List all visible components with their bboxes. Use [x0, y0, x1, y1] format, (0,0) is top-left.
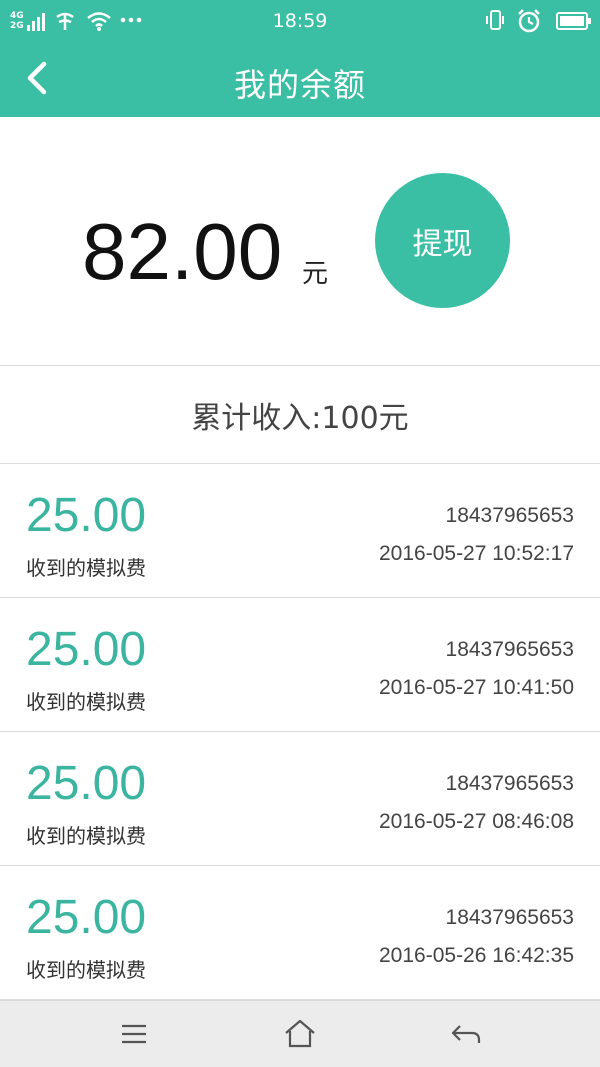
status-time: 18:59	[272, 10, 328, 32]
transaction-description: 收到的模拟费	[26, 690, 146, 714]
alarm-icon	[518, 9, 540, 33]
back-nav-button[interactable]	[446, 1016, 486, 1052]
transaction-time: 2016-05-27 10:41:50	[379, 676, 574, 699]
battery-icon	[556, 12, 591, 30]
transaction-phone: 18437965653	[445, 638, 574, 661]
transaction-time: 2016-05-27 08:46:08	[379, 810, 574, 833]
withdraw-button[interactable]: 提现	[375, 173, 510, 308]
transaction-row[interactable]: 25.00 收到的模拟费 18437965653 2016-05-27 10:4…	[0, 598, 600, 732]
transaction-amount: 25.00	[26, 757, 147, 810]
transaction-phone: 18437965653	[445, 772, 574, 795]
balance-unit: 元	[302, 259, 329, 289]
transaction-row[interactable]: 25.00 收到的模拟费 18437965653 2016-05-26 16:4…	[0, 866, 600, 1000]
transaction-row[interactable]: 25.00 收到的模拟费 18437965653 2016-05-27 10:5…	[0, 464, 600, 598]
header-bar: 4G 2G 18:59 我的余额	[0, 0, 600, 117]
divider	[0, 365, 600, 366]
transaction-time: 2016-05-27 10:52:17	[379, 542, 574, 565]
balance-panel: 82.00 元 提现	[0, 117, 600, 365]
home-icon	[285, 1019, 315, 1048]
transaction-row[interactable]: 25.00 收到的模拟费 18437965653 2016-05-27 08:4…	[0, 732, 600, 866]
back-arrow-icon	[451, 1025, 481, 1043]
menu-icon	[122, 1024, 146, 1044]
menu-button[interactable]	[114, 1016, 154, 1052]
transaction-description: 收到的模拟费	[26, 824, 146, 848]
transaction-amount: 25.00	[26, 623, 147, 676]
transaction-phone: 18437965653	[445, 906, 574, 929]
home-button[interactable]	[280, 1016, 320, 1052]
status-bar: 4G 2G 18:59	[0, 0, 600, 44]
transaction-time: 2016-05-26 16:42:35	[379, 944, 574, 967]
vibrate-icon	[486, 10, 504, 30]
page-title: 我的余额	[233, 66, 366, 104]
transaction-phone: 18437965653	[445, 504, 574, 527]
transaction-list: 25.00 收到的模拟费 18437965653 2016-05-27 10:5…	[0, 464, 600, 1000]
transaction-description: 收到的模拟费	[26, 556, 146, 580]
balance-amount: 82.00	[82, 207, 283, 296]
transaction-description: 收到的模拟费	[26, 958, 146, 982]
transaction-amount: 25.00	[26, 891, 147, 944]
system-nav-bar	[0, 1000, 600, 1067]
balance-screen: 4G 2G 18:59 我的余额 82.00 元 提现 累计收入:100元 25…	[0, 0, 600, 1067]
transaction-amount: 25.00	[26, 489, 147, 542]
total-income: 累计收入:100元	[191, 401, 409, 436]
